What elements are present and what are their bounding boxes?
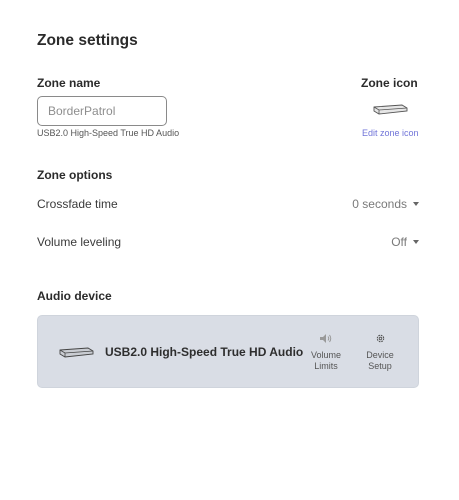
page-title: Zone settings [37, 32, 138, 49]
volume-leveling-value: Off [391, 235, 407, 249]
crossfade-time-value: 0 seconds [352, 197, 407, 211]
zone-icon-label: Zone icon [361, 76, 418, 90]
zone-name-label: Zone name [37, 76, 101, 90]
volume-limits-button[interactable]: Volume Limits [303, 333, 349, 372]
zone-name-input[interactable] [37, 96, 167, 126]
crossfade-time-dropdown[interactable]: 0 seconds [352, 197, 419, 211]
edit-zone-icon-link[interactable]: Edit zone icon [362, 128, 419, 138]
device-setup-button[interactable]: Device Setup [357, 333, 403, 372]
zone-options-label: Zone options [37, 168, 113, 182]
audio-device-card: USB2.0 High-Speed True HD Audio Volume L… [37, 315, 419, 388]
volume-limits-line1: Volume [310, 350, 342, 360]
gear-icon [357, 333, 403, 347]
audio-device-name: USB2.0 High-Speed True HD Audio [105, 345, 304, 359]
crossfade-time-label: Crossfade time [37, 197, 118, 211]
speaker-icon [303, 333, 349, 347]
audio-device-icon [58, 346, 94, 364]
audio-device-icon[interactable] [372, 103, 408, 121]
device-setup-line2: Setup [368, 361, 392, 371]
zone-name-caption: USB2.0 High-Speed True HD Audio [37, 128, 180, 138]
chevron-down-icon [413, 240, 419, 244]
volume-leveling-dropdown[interactable]: Off [391, 235, 419, 249]
device-setup-line1: Device [366, 350, 394, 360]
volume-leveling-label: Volume leveling [37, 235, 122, 249]
chevron-down-icon [413, 202, 419, 206]
audio-device-label: Audio device [37, 289, 112, 303]
volume-limits-line2: Limits [314, 361, 338, 371]
